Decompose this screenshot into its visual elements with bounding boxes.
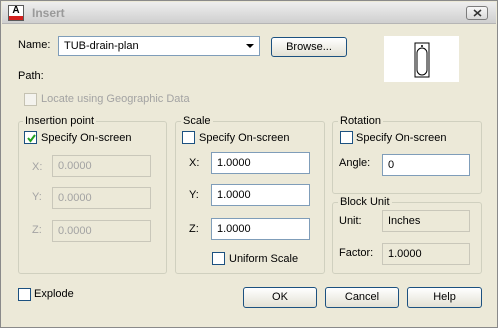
- checkmark-icon: [27, 134, 36, 143]
- path-label: Path:: [18, 70, 44, 82]
- bathtub-preview-icon: [414, 42, 430, 78]
- autocad-app-icon: A: [8, 5, 24, 21]
- scale-y-label: Y:: [189, 189, 199, 201]
- factor-value: 1.0000: [382, 243, 470, 265]
- ok-button[interactable]: OK: [243, 287, 317, 308]
- insertion-y-label: Y:: [32, 191, 42, 203]
- factor-label: Factor:: [339, 247, 374, 259]
- scale-specify-onscreen-checkbox[interactable]: [182, 131, 195, 144]
- name-label: Name:: [18, 39, 51, 51]
- uniform-scale-label: Uniform Scale: [229, 253, 299, 265]
- scale-z-label: Z:: [189, 223, 199, 235]
- scale-z-input[interactable]: 1.0000: [211, 218, 310, 240]
- explode-checkbox[interactable]: [18, 288, 31, 301]
- block-name-combobox[interactable]: TUB-drain-plan: [58, 36, 260, 56]
- insertion-z-label: Z:: [32, 224, 42, 236]
- explode-label: Explode: [34, 288, 74, 300]
- uniform-scale-checkbox[interactable]: [212, 252, 225, 265]
- geographic-data-checkbox[interactable]: [24, 93, 37, 106]
- dialog-title: Insert: [32, 6, 65, 20]
- close-icon: [473, 9, 482, 17]
- insertion-point-title: Insertion point: [23, 114, 97, 128]
- insertion-specify-onscreen-checkbox[interactable]: [24, 131, 37, 144]
- rotation-title: Rotation: [338, 114, 383, 128]
- scale-x-input[interactable]: 1.0000: [211, 152, 310, 174]
- block-unit-title: Block Unit: [338, 195, 392, 209]
- geographic-data-label: Locate using Geographic Data: [41, 93, 190, 105]
- block-preview: [384, 36, 459, 82]
- insertion-z-input[interactable]: 0.0000: [52, 220, 151, 242]
- insertion-x-label: X:: [32, 161, 43, 173]
- scale-specify-onscreen-label: Specify On-screen: [199, 132, 290, 144]
- close-button[interactable]: [466, 6, 488, 20]
- angle-input[interactable]: 0: [382, 154, 470, 176]
- scale-y-input[interactable]: 1.0000: [211, 184, 310, 206]
- unit-label: Unit:: [339, 215, 362, 227]
- browse-button[interactable]: Browse...: [271, 37, 347, 57]
- cancel-button[interactable]: Cancel: [325, 287, 399, 308]
- insert-dialog: A Insert Name: TUB-drain-plan Browse... …: [0, 0, 498, 328]
- rotation-specify-onscreen-label: Specify On-screen: [356, 132, 447, 144]
- title-bar[interactable]: A Insert: [2, 2, 496, 24]
- rotation-specify-onscreen-checkbox[interactable]: [340, 131, 353, 144]
- dropdown-arrow-icon[interactable]: [246, 44, 254, 48]
- angle-label: Angle:: [339, 157, 371, 169]
- insertion-y-input[interactable]: 0.0000: [52, 187, 151, 209]
- help-button[interactable]: Help: [407, 287, 482, 308]
- insertion-x-input[interactable]: 0.0000: [52, 155, 151, 177]
- block-name-value: TUB-drain-plan: [64, 40, 139, 52]
- insertion-specify-onscreen-label: Specify On-screen: [41, 132, 132, 144]
- scale-title: Scale: [181, 114, 213, 128]
- unit-value: Inches: [382, 210, 470, 232]
- scale-x-label: X:: [189, 157, 200, 169]
